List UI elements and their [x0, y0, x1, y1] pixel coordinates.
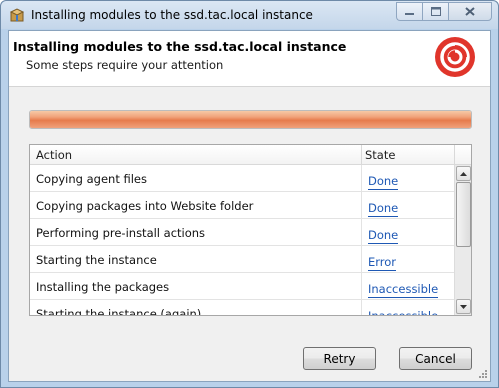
row-separator	[361, 165, 362, 192]
column-header-state[interactable]: State	[365, 148, 395, 162]
row-state-link[interactable]: Done	[368, 174, 399, 190]
vertical-scrollbar[interactable]	[454, 165, 471, 315]
table-row: Starting the instance (again) Inaccessib…	[30, 300, 454, 316]
table-row: Copying packages into Website folder Don…	[30, 192, 454, 219]
table-row: Installing the packages Inaccessible	[30, 273, 454, 300]
scroll-down-button[interactable]	[456, 299, 471, 314]
row-state-link[interactable]: Error	[368, 255, 397, 271]
row-separator	[361, 219, 362, 246]
column-separator[interactable]	[454, 145, 455, 165]
scroll-up-button[interactable]	[456, 166, 471, 181]
header-title: Installing modules to the ssd.tac.local …	[13, 39, 347, 54]
table-row: Starting the instance Error	[30, 246, 454, 273]
row-action: Performing pre-install actions	[36, 226, 206, 240]
window-title: Installing modules to the ssd.tac.local …	[31, 8, 313, 22]
arrow-down-icon	[460, 304, 467, 309]
resize-grip-icon[interactable]	[478, 369, 488, 379]
row-action: Copying packages into Website folder	[36, 199, 254, 213]
row-separator	[361, 273, 362, 300]
row-action: Starting the instance	[36, 253, 157, 267]
arrow-up-icon	[460, 171, 467, 176]
wizard-header: Installing modules to the ssd.tac.local …	[9, 31, 490, 87]
row-separator	[361, 246, 362, 273]
table-header: Action State	[30, 145, 471, 165]
installer-box-icon	[9, 8, 25, 22]
install-progress-bar	[29, 110, 472, 129]
maximize-icon	[430, 7, 441, 16]
column-header-action[interactable]: Action	[36, 148, 72, 162]
title-bar[interactable]: Installing modules to the ssd.tac.local …	[1, 1, 498, 29]
close-icon	[465, 7, 475, 16]
retry-button[interactable]: Retry	[303, 347, 376, 370]
installer-window: Installing modules to the ssd.tac.local …	[0, 0, 499, 388]
steps-table: Action State Copying agent files Done Co…	[29, 144, 472, 316]
maximize-button[interactable]	[422, 2, 448, 21]
row-action: Starting the instance (again)	[36, 307, 202, 316]
row-state-link[interactable]: Inaccessible	[368, 282, 439, 298]
table-row: Copying agent files Done	[30, 165, 454, 192]
table-row: Performing pre-install actions Done	[30, 219, 454, 246]
sitecore-logo-icon	[435, 37, 475, 77]
row-separator	[361, 192, 362, 219]
minimize-icon	[405, 13, 414, 15]
row-state-link[interactable]: Done	[368, 228, 399, 244]
minimize-button[interactable]	[396, 2, 422, 21]
caption-buttons	[396, 2, 492, 21]
scrollbar-thumb[interactable]	[456, 182, 471, 247]
progress-fill	[30, 111, 471, 128]
row-action: Copying agent files	[36, 172, 147, 186]
dialog-client-area: Installing modules to the ssd.tac.local …	[8, 30, 491, 382]
cancel-button[interactable]: Cancel	[399, 347, 472, 370]
close-button[interactable]	[448, 2, 492, 21]
row-state-link[interactable]: Inaccessible	[368, 309, 438, 315]
column-separator[interactable]	[361, 145, 362, 165]
row-action: Installing the packages	[36, 280, 170, 294]
row-state-link[interactable]: Done	[368, 201, 399, 217]
header-subtitle: Some steps require your attention	[26, 58, 224, 72]
row-separator	[361, 300, 362, 315]
